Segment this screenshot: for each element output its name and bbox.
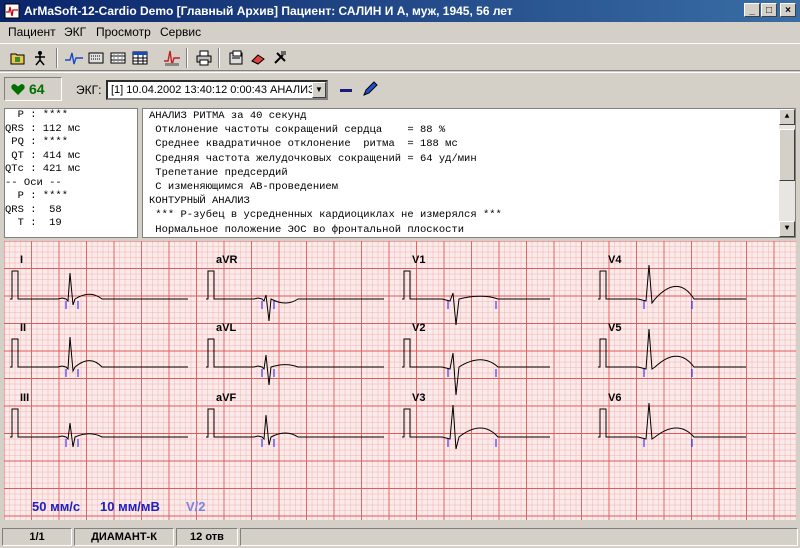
menu-view[interactable]: Просмотр — [96, 25, 151, 39]
chart-icon[interactable] — [162, 48, 182, 68]
archive-icon[interactable] — [226, 48, 246, 68]
ecg-record-value: [1] 10.04.2002 13:40:12 0:00:43 АНАЛИЗ — [111, 84, 315, 96]
param-axes-header: -- Оси -- — [5, 176, 62, 189]
heart-icon — [11, 83, 25, 95]
report-line: *** Р-зубец в усредненных кардиоциклах н… — [149, 209, 502, 222]
maximize-icon[interactable]: □ — [761, 3, 777, 17]
lead-label: V1 — [412, 254, 425, 266]
lead-label: V4 — [608, 254, 622, 266]
report-line: Среднее квадратичное отклонение ритма = … — [149, 138, 458, 151]
lead-label: III — [20, 392, 29, 404]
keyboard-icon[interactable] — [86, 48, 106, 68]
param-axis-t: T : 19 — [5, 217, 62, 229]
param-qrs: QRS : 112 мс — [5, 122, 81, 135]
param-qtc: QTc : 421 мс — [5, 163, 81, 175]
window-title: ArMaSoft-12-Cardio Demo [Главный Архив] … — [24, 4, 513, 18]
menu-service[interactable]: Сервис — [160, 25, 201, 39]
report-line: Отклонение частоты сокращений сердца = 8… — [149, 124, 446, 137]
report-line: С изменяющимся АВ-проведением — [149, 180, 339, 193]
ecg-selector-bar: 64 ЭКГ: [1] 10.04.2002 13:40:12 0:00:43 … — [0, 72, 800, 105]
ecg-wave-icon[interactable] — [64, 48, 84, 68]
lead-label: aVL — [216, 322, 236, 334]
app-icon — [4, 3, 20, 19]
param-qt: QT : 414 мс — [5, 149, 81, 162]
tools-icon[interactable] — [270, 48, 290, 68]
filter-label: V/2 — [186, 499, 206, 514]
lead-label: V2 — [412, 322, 425, 334]
toolbar-separator — [218, 48, 220, 68]
report-line: Средняя частота желудочковых сокращений … — [149, 152, 477, 165]
status-bar: 1/1 ДИАМАНТ-К 12 отв — [0, 526, 800, 548]
scroll-up-icon[interactable]: ▲ — [779, 109, 795, 125]
param-axis-p: P : **** — [5, 190, 69, 202]
menu-ecg[interactable]: ЭКГ — [64, 25, 86, 39]
lead-label: V5 — [608, 322, 621, 334]
report-line: КОНТУРНЫЙ АНАЛИЗ — [149, 195, 250, 208]
report-line: АНАЛИЗ РИТМА за 40 секунд — [149, 110, 307, 122]
report-line: Нормальное положение ЭОС во фронтальной … — [149, 223, 465, 236]
param-axis-qrs: QRS : 58 — [5, 203, 62, 216]
stickman-icon[interactable] — [30, 48, 50, 68]
scroll-down-icon[interactable]: ▼ — [779, 221, 795, 237]
param-pq: PQ : **** — [5, 136, 69, 148]
close-icon[interactable]: × — [780, 3, 796, 17]
report-scrollbar[interactable]: ▲ ▼ — [779, 109, 795, 237]
toolbar — [0, 43, 800, 71]
menu-bar: Пациент ЭКГ Просмотр Сервис — [0, 22, 800, 41]
paper-speed-label: 50 мм/с — [32, 499, 80, 514]
lead-label: I — [20, 254, 23, 266]
lead-label: V6 — [608, 392, 621, 404]
heart-rate-value: 64 — [29, 81, 45, 97]
lead-label: aVF — [216, 392, 236, 404]
minimize-icon[interactable]: _ — [744, 3, 760, 17]
film-icon[interactable] — [108, 48, 128, 68]
lead-label: II — [20, 322, 26, 334]
analysis-report-panel[interactable]: АНАЛИЗ РИТМА за 40 секунд Отклонение час… — [142, 108, 796, 238]
chevron-down-icon[interactable]: ▼ — [312, 82, 326, 98]
printer-icon[interactable] — [194, 48, 214, 68]
lead-label: V3 — [412, 392, 425, 404]
title-bar: ArMaSoft-12-Cardio Demo [Главный Архив] … — [0, 0, 800, 22]
report-line: Трепетание предсердий — [149, 166, 288, 179]
toolbar-separator — [56, 48, 58, 68]
minus-icon[interactable] — [336, 83, 356, 97]
scroll-thumb[interactable] — [779, 129, 795, 181]
status-device: ДИАМАНТ-К — [74, 528, 174, 546]
param-p: P : **** — [5, 109, 69, 121]
eraser-icon[interactable] — [248, 48, 268, 68]
status-extra — [240, 528, 798, 546]
pen-icon[interactable] — [360, 79, 380, 99]
lead-label: aVR — [216, 254, 237, 266]
menu-patient[interactable]: Пациент — [8, 25, 56, 39]
ecg-label: ЭКГ: — [76, 83, 102, 97]
heart-rate-display: 64 — [4, 77, 62, 101]
toolbar-separator — [186, 48, 188, 68]
status-page: 1/1 — [2, 528, 72, 546]
status-leads: 12 отв — [176, 528, 238, 546]
table-icon[interactable] — [130, 48, 150, 68]
open-folder-icon[interactable] — [8, 48, 28, 68]
ecg-chart-area[interactable]: IIIIIIaVRaVLaVFV1V2V3V4V5V650 мм/с 10 мм/… — [4, 241, 796, 520]
measurement-params-panel: P : **** QRS : 112 мс PQ : **** QT : 414… — [4, 108, 138, 238]
gain-label: 10 мм/мВ — [100, 499, 160, 514]
ecg-record-select[interactable]: [1] 10.04.2002 13:40:12 0:00:43 АНАЛИЗ ▼ — [106, 80, 328, 100]
